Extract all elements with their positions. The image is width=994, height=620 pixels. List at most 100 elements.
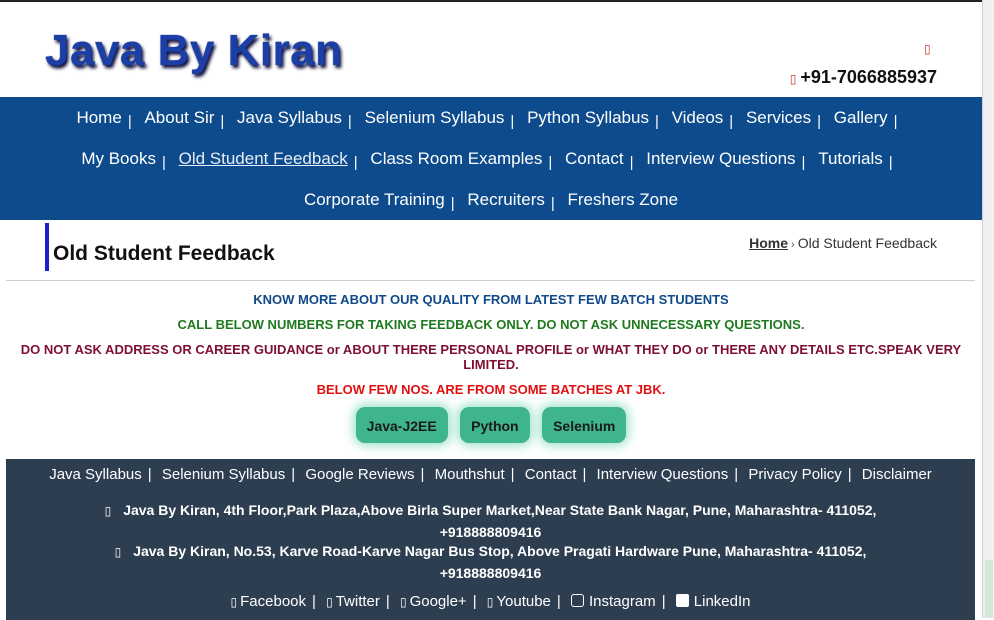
footer-separator: | [847, 466, 852, 483]
nav-freshers-zone[interactable]: Freshers Zone [568, 190, 679, 210]
page-title: Old Student Feedback [53, 242, 275, 265]
scrollbar-thumb[interactable] [985, 560, 993, 618]
address-line: Java By Kiran, No.53, Karve Road-Karve N… [133, 543, 867, 559]
footer-link-privacy-policy[interactable]: Privacy Policy [748, 466, 841, 483]
social-label: Facebook [240, 593, 306, 610]
nav-videos[interactable]: Videos [672, 108, 724, 128]
footer-link-mouthshut[interactable]: Mouthshut [435, 466, 505, 483]
instagram-link[interactable]: Instagram [570, 593, 656, 610]
notice-do-not-ask: DO NOT ASK ADDRESS OR CAREER GUIDANCE or… [20, 342, 962, 372]
nav-gallery[interactable]: Gallery [834, 108, 888, 128]
nav-separator: | [127, 113, 132, 130]
nav-contact[interactable]: Contact [565, 149, 624, 169]
python-button[interactable]: Python [460, 407, 530, 443]
footer-separator: | [510, 466, 515, 483]
nav-separator: | [548, 154, 553, 171]
nav-interview-questions[interactable]: Interview Questions [646, 149, 795, 169]
address-pune-park-plaza: ▯ Java By Kiran, 4th Floor,Park Plaza,Abo… [6, 500, 975, 543]
footer-separator: | [291, 466, 296, 483]
nav-home[interactable]: Home [76, 108, 121, 128]
nav-row-2: My Books | Old Student Feedback | Class Ro… [0, 149, 982, 171]
nav-corporate-training[interactable]: Corporate Training [304, 190, 445, 210]
site-logo[interactable]: Java By Kiran [45, 26, 343, 76]
footer-link-google-reviews[interactable]: Google Reviews [305, 466, 414, 483]
nav-separator: | [888, 154, 893, 171]
map-marker-icon: ▯ [114, 545, 122, 559]
google-plus-link[interactable]: ▯ Google+ [400, 593, 467, 610]
nav-tutorials[interactable]: Tutorials [818, 149, 883, 169]
social-separator: | [385, 593, 390, 610]
nav-class-room-examples[interactable]: Class Room Examples [370, 149, 542, 169]
notice-batches: BELOW FEW NOS. ARE FROM SOME BATCHES AT … [316, 382, 666, 397]
footer-links: Java Syllabus | Selenium Syllabus | Google… [6, 466, 975, 483]
nav-separator: | [347, 113, 352, 130]
footer-link-selenium-syllabus[interactable]: Selenium Syllabus [162, 466, 285, 483]
phone-icon: ▯ [789, 72, 797, 86]
nav-services[interactable]: Services [746, 108, 811, 128]
nav-separator: | [801, 154, 806, 171]
notice-quality: KNOW MORE ABOUT OUR QUALITY FROM LATEST … [253, 292, 729, 307]
footer-separator: | [147, 466, 152, 483]
social-separator: | [556, 593, 561, 610]
nav-python-syllabus[interactable]: Python Syllabus [527, 108, 649, 128]
mobile-icon: ▯ [924, 42, 931, 56]
page: Java By Kiran ▯ ▯ +91-7066885937 Home | Ab… [0, 0, 982, 620]
nav-recruiters[interactable]: Recruiters [467, 190, 544, 210]
facebook-icon: ▯ [230, 595, 238, 609]
social-separator: | [661, 593, 666, 610]
nav-separator: | [220, 113, 225, 130]
nav-row-1: Home | About Sir | Java Syllabus | Selenium… [0, 108, 982, 130]
footer-link-disclaimer[interactable]: Disclaimer [862, 466, 932, 483]
map-marker-icon: ▯ [104, 504, 112, 518]
nav-my-books[interactable]: My Books [81, 149, 156, 169]
nav-separator: | [161, 154, 166, 171]
nav-separator: | [629, 154, 634, 171]
breadcrumb-home[interactable]: Home [749, 235, 788, 251]
address-phone[interactable]: +918888809416 [440, 524, 542, 540]
footer-link-interview-questions[interactable]: Interview Questions [597, 466, 729, 483]
nav-separator: | [654, 113, 659, 130]
social-separator: | [472, 593, 477, 610]
footer-separator: | [582, 466, 587, 483]
nav-separator: | [817, 113, 822, 130]
chevron-right-icon: › [791, 239, 795, 251]
phone-number: +91-7066885937 [800, 67, 937, 87]
social-label: Youtube [496, 593, 551, 610]
facebook-link[interactable]: ▯ Facebook [231, 593, 306, 610]
scrollbar[interactable] [982, 0, 994, 618]
footer-link-java-syllabus[interactable]: Java Syllabus [49, 466, 142, 483]
selenium-button[interactable]: Selenium [542, 407, 627, 443]
nav-about-sir[interactable]: About Sir [144, 108, 214, 128]
java-j2ee-button[interactable]: Java-J2EE [355, 407, 448, 443]
footer-link-contact[interactable]: Contact [525, 466, 577, 483]
social-label: LinkedIn [693, 593, 751, 610]
nav-row-3: Corporate Training | Recruiters | Freshers… [0, 190, 982, 212]
nav-separator: | [450, 195, 455, 212]
header-phone[interactable]: ▯ +91-7066885937 [790, 67, 937, 88]
nav-separator: | [353, 154, 358, 171]
instagram-icon [570, 594, 584, 607]
twitter-link[interactable]: ▯ Twitter [326, 593, 380, 610]
divider [6, 280, 975, 281]
address-phone[interactable]: +918888809416 [440, 565, 542, 581]
address-line: Java By Kiran, 4th Floor,Park Plaza,Abov… [123, 502, 877, 518]
social-label: Twitter [335, 593, 380, 610]
nav-separator: | [550, 195, 555, 212]
notice-feedback-only: CALL BELOW NUMBERS FOR TAKING FEEDBACK O… [177, 317, 805, 332]
linkedin-link[interactable]: LinkedIn [675, 593, 751, 610]
social-separator: | [312, 593, 316, 610]
main-navigation: Home | About Sir | Java Syllabus | Selenium… [0, 97, 982, 220]
nav-separator: | [893, 113, 898, 130]
footer: Java Syllabus | Selenium Syllabus | Google… [6, 459, 975, 620]
social-links: ▯ Facebook | ▯ Twitter | ▯ Google+ | ▯ Youtube |… [6, 593, 975, 610]
nav-old-student-feedback[interactable]: Old Student Feedback [179, 149, 348, 169]
nav-separator: | [510, 113, 515, 130]
nav-java-syllabus[interactable]: Java Syllabus [237, 108, 342, 128]
nav-selenium-syllabus[interactable]: Selenium Syllabus [365, 108, 505, 128]
footer-separator: | [420, 466, 425, 483]
social-label: Google+ [409, 593, 467, 610]
google-plus-icon: ▯ [399, 595, 407, 609]
linkedin-icon [675, 594, 689, 607]
twitter-icon: ▯ [326, 595, 333, 609]
youtube-link[interactable]: ▯ Youtube [487, 593, 551, 610]
